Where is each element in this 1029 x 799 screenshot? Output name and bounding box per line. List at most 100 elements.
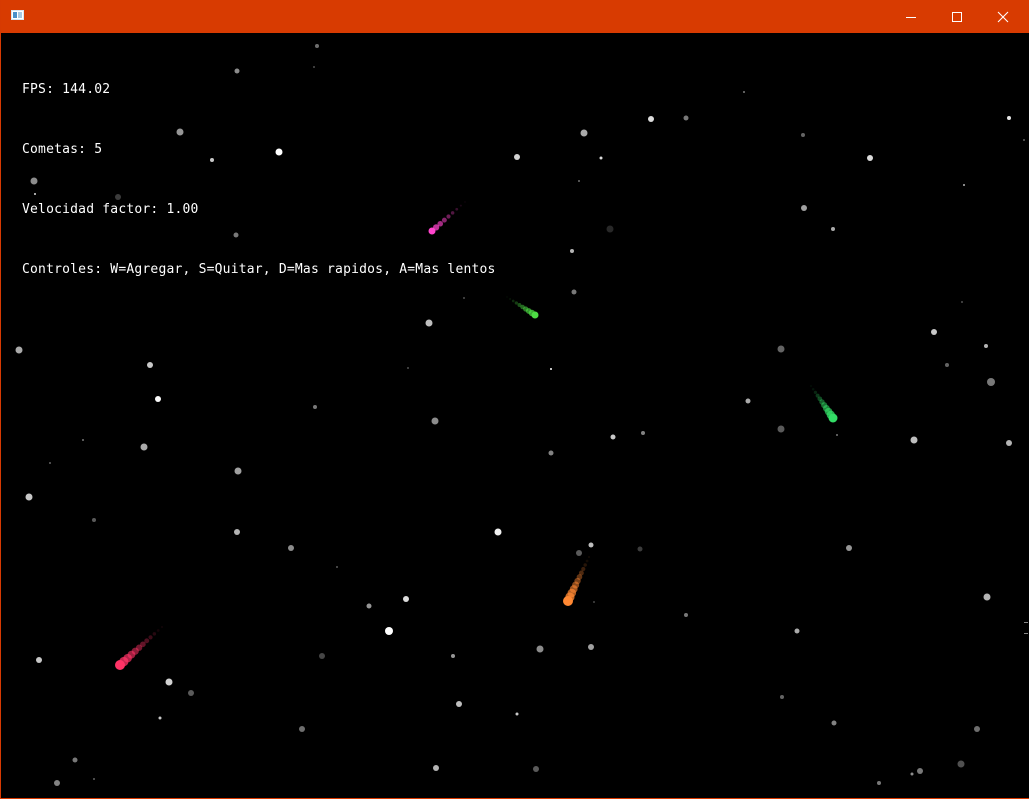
star <box>984 344 988 348</box>
star <box>514 154 520 160</box>
star <box>963 184 965 186</box>
star <box>313 405 317 409</box>
comet-tail <box>161 626 163 628</box>
game-canvas[interactable]: FPS: 144.02 Cometas: 5 Velocidad factor:… <box>2 33 1029 798</box>
star <box>683 115 689 121</box>
star <box>456 701 462 707</box>
star <box>234 467 242 475</box>
app-window-icon <box>11 10 24 20</box>
comet-tail <box>813 390 818 395</box>
minimize-icon <box>906 16 916 18</box>
star <box>831 720 837 726</box>
comet <box>506 296 539 319</box>
star <box>983 593 991 601</box>
comet-tail <box>810 385 812 387</box>
star <box>910 436 918 444</box>
comet <box>810 385 838 423</box>
star <box>188 690 194 696</box>
comet-tail <box>583 563 587 567</box>
star <box>610 434 616 440</box>
resize-grip[interactable] <box>1024 622 1028 634</box>
star <box>425 319 433 327</box>
star <box>648 116 654 122</box>
comet-count: Cometas: 5 <box>22 142 103 157</box>
star <box>831 227 835 231</box>
star <box>515 712 519 716</box>
star <box>974 726 980 732</box>
comet <box>563 556 590 606</box>
comet-tail <box>581 566 586 572</box>
star <box>910 772 914 776</box>
star <box>93 778 95 780</box>
star <box>745 398 751 404</box>
star <box>494 528 502 536</box>
star <box>780 695 784 699</box>
star <box>987 378 995 386</box>
comet-tail <box>514 301 518 305</box>
star <box>931 329 937 335</box>
comet-head <box>531 311 539 319</box>
star <box>82 439 84 441</box>
maximize-button[interactable] <box>934 0 980 33</box>
star <box>533 766 539 772</box>
star <box>571 289 577 295</box>
star <box>49 462 51 464</box>
comet-tail <box>509 297 512 301</box>
title-bar[interactable] <box>1 0 1029 33</box>
comet-head <box>563 596 573 606</box>
star <box>165 678 173 686</box>
star <box>588 542 594 548</box>
star <box>403 596 409 602</box>
star <box>385 627 393 635</box>
star <box>155 396 161 402</box>
comet-head <box>828 413 838 423</box>
star <box>576 550 582 556</box>
star <box>777 345 785 353</box>
star <box>319 653 325 659</box>
star <box>743 91 745 93</box>
comet-head <box>115 660 125 670</box>
star <box>158 716 162 720</box>
star <box>25 493 33 501</box>
star <box>54 780 60 786</box>
star <box>299 726 305 732</box>
star <box>36 657 42 663</box>
star <box>599 156 603 160</box>
star <box>846 545 852 551</box>
star <box>836 434 838 436</box>
star <box>588 644 594 650</box>
star <box>433 765 439 771</box>
close-icon <box>997 11 1009 22</box>
star <box>1006 440 1012 446</box>
star <box>366 603 372 609</box>
star <box>794 628 800 634</box>
star <box>15 346 23 354</box>
star <box>536 645 544 653</box>
star <box>578 180 580 182</box>
star <box>957 760 965 768</box>
speed-factor: Velocidad factor: 1.00 <box>22 202 199 217</box>
comet-tail <box>152 632 157 636</box>
close-button[interactable] <box>980 0 1026 33</box>
comet-tail <box>506 296 508 298</box>
star <box>451 654 455 658</box>
game-window: FPS: 144.02 Cometas: 5 Velocidad factor:… <box>0 0 1029 799</box>
star <box>945 363 949 367</box>
star <box>1007 116 1011 120</box>
minimize-button[interactable] <box>888 0 934 33</box>
star <box>92 518 96 522</box>
star <box>801 205 807 211</box>
comet-tail <box>588 556 590 558</box>
star <box>580 129 588 137</box>
fps-readout: FPS: 144.02 <box>22 82 111 97</box>
star <box>593 601 595 603</box>
comet-tail <box>148 635 153 640</box>
star <box>801 133 805 137</box>
comet-tail <box>585 559 589 563</box>
comet <box>115 626 163 670</box>
star <box>641 431 645 435</box>
star <box>140 443 148 451</box>
star <box>637 546 643 552</box>
star <box>777 425 785 433</box>
star <box>550 368 552 370</box>
